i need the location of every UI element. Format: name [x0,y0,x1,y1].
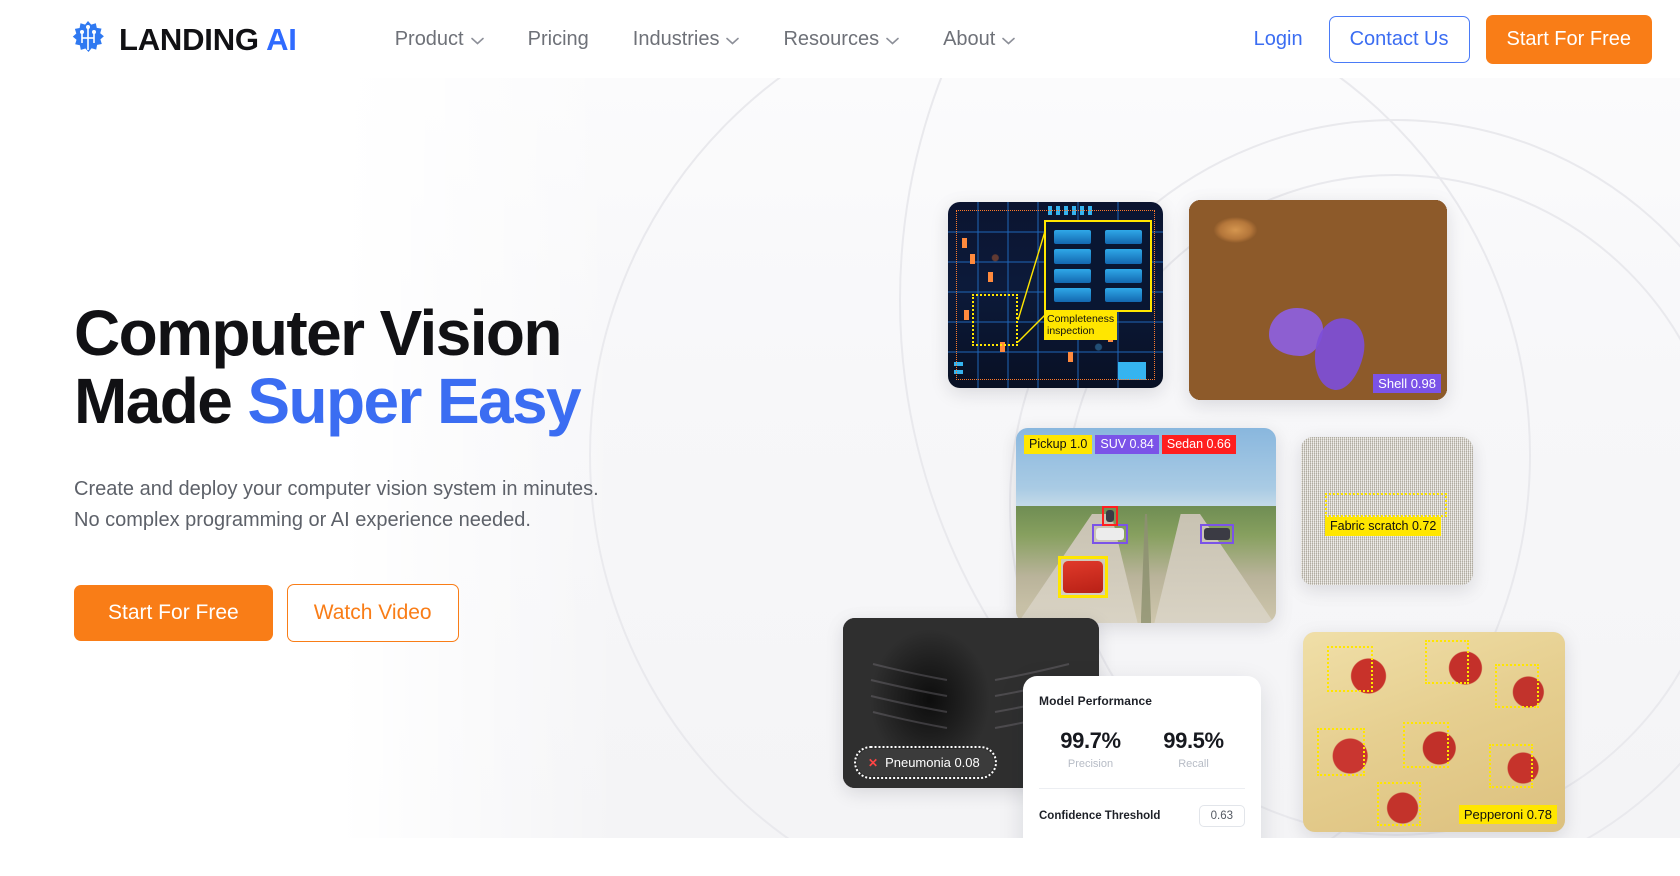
nav-item-product[interactable]: Product [395,29,484,49]
login-link[interactable]: Login [1244,28,1313,51]
recall-label: Recall [1178,758,1209,770]
hero-cta-row: Start For Free Watch Video [74,583,694,642]
pcb-label: Completeness inspection [1044,312,1118,340]
almond-segmentation-image: Shell 0.98 [1189,200,1447,400]
pepperoni-bbox [1327,646,1373,692]
headline-line-2-plain: Made [74,364,248,437]
header-start-for-free-button[interactable]: Start For Free [1485,14,1652,64]
landing-ai-logo-icon [72,21,104,52]
performance-metrics: 99.7% Precision 99.5% Recall [1039,728,1245,770]
chevron-down-icon [726,37,740,45]
almond-shell-tag: Shell 0.98 [1373,374,1441,393]
headline-line-2-accent: Super Easy [247,364,581,437]
pepperoni-bbox [1403,722,1449,768]
highway-tag-pickup: Pickup 1.0 [1024,435,1093,454]
pizza-topping-detection-image: Pepperoni 0.78 [1303,632,1565,832]
highway-tag-sedan: Sedan 0.66 [1161,435,1236,454]
bbox-pickup [1058,556,1108,598]
chevron-down-icon [470,37,484,45]
highway-tag-row: Pickup 1.0 SUV 0.84 Sedan 0.66 [1024,435,1236,454]
pneumonia-tag-label: Pneumonia 0.08 [885,755,980,770]
pcb-chip-grid [1054,230,1142,302]
pepperoni-bbox [1317,728,1365,776]
highway-tag-suv: SUV 0.84 [1095,435,1159,454]
nav-item-industries[interactable]: Industries [633,29,740,49]
nav-item-pricing[interactable]: Pricing [528,29,589,49]
hero-start-for-free-button[interactable]: Start For Free [74,584,273,641]
bbox-suv-right [1200,524,1234,544]
fabric-defect-image: Fabric scratch 0.72 [1301,437,1473,585]
bbox-sedan [1102,506,1118,526]
header-actions: Login Contact Us Start For Free [1244,14,1652,64]
precision-label: Precision [1067,758,1114,770]
pcb-inspection-image: Completeness inspection [948,202,1163,388]
confidence-threshold-row: Confidence Threshold 0.63 [1039,805,1245,827]
pepperoni-bbox [1425,640,1469,684]
model-performance-title: Model Performance [1039,694,1153,708]
watch-video-button[interactable]: Watch Video [286,583,459,642]
pepperoni-bbox [1489,744,1533,788]
recall-value: 99.5% [1163,728,1224,753]
fabric-scratch-tag: Fabric scratch 0.72 [1325,517,1442,536]
site-header: LANDING AI Product Pricing Industries Re… [0,0,1680,78]
highway-vehicle-detection-image: Pickup 1.0 SUV 0.84 Sedan 0.66 [1016,428,1276,623]
pcb-zoom-panel [1044,220,1152,312]
logo-text: LANDING AI [119,24,297,55]
hero-copy: Computer Vision Made Super Easy Create a… [74,297,694,642]
red-x-icon: ✕ [868,755,879,770]
pepperoni-bbox [1377,782,1421,826]
nav-label-industries: Industries [632,28,720,50]
pepperoni-bbox [1495,664,1539,708]
nav-label-about: About [943,28,996,50]
landing-page: LANDING AI Product Pricing Industries Re… [0,0,1680,876]
chevron-down-icon [1002,37,1016,45]
main-nav: Product Pricing Industries Resources Abo… [395,29,1016,49]
precision-value: 99.7% [1060,728,1121,753]
nav-label-resources: Resources [783,28,880,50]
pepperoni-tag: Pepperoni 0.78 [1458,805,1557,824]
logo[interactable]: LANDING AI [68,19,297,59]
chevron-down-icon [886,37,899,45]
logo-text-main: LANDING [119,21,259,57]
fabric-defect-bbox [1325,493,1447,517]
nav-item-resources[interactable]: Resources [783,29,899,49]
logo-text-accent: AI [266,21,297,57]
nav-label-pricing: Pricing [527,28,589,50]
confidence-threshold-label: Confidence Threshold [1039,810,1161,822]
headline-line-1: Computer Vision [74,297,562,369]
bottom-strip [0,838,1680,876]
nav-item-about[interactable]: About [943,28,1016,50]
bbox-suv-left [1092,524,1128,544]
contact-us-button[interactable]: Contact Us [1328,15,1470,63]
nav-label-product: Product [394,28,464,50]
hero-subhead: Create and deploy your computer vision s… [74,477,599,531]
recall-metric: 99.5% Recall [1142,728,1245,770]
precision-metric: 99.7% Precision [1039,728,1142,770]
pcb-roi-box [972,294,1018,346]
pneumonia-tag: ✕ Pneumonia 0.08 [854,746,997,779]
panel-divider [1039,788,1245,789]
confidence-threshold-value[interactable]: 0.63 [1198,805,1245,827]
page-title: Computer Vision Made Super Easy [74,297,694,437]
